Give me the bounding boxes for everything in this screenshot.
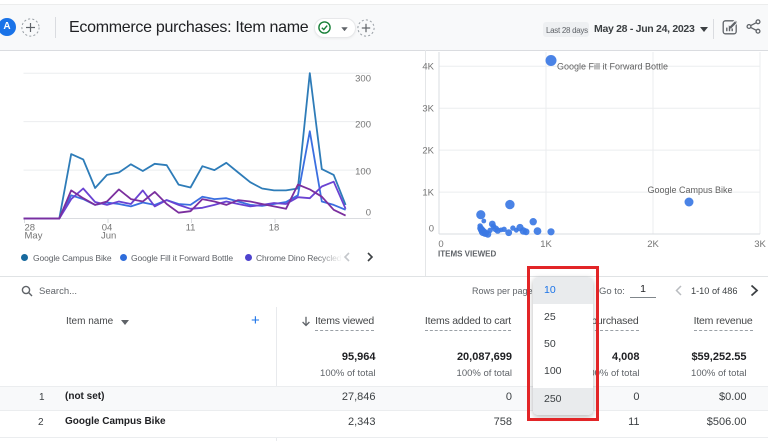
svg-text:100: 100 <box>355 166 371 177</box>
svg-text:2K: 2K <box>647 239 659 250</box>
svg-text:0: 0 <box>429 224 434 235</box>
svg-text:300: 300 <box>355 74 371 85</box>
svg-text:18: 18 <box>269 223 280 234</box>
svg-text:Jun: Jun <box>101 231 116 242</box>
svg-text:May: May <box>25 231 43 242</box>
svg-text:2K: 2K <box>422 145 434 156</box>
svg-text:Google Campus Bike: Google Campus Bike <box>647 185 732 195</box>
svg-text:Google Fill it Forward Bottle: Google Fill it Forward Bottle <box>557 62 668 72</box>
svg-text:200: 200 <box>355 119 371 130</box>
svg-text:ITEMS VIEWED: ITEMS VIEWED <box>438 250 496 259</box>
svg-text:3K: 3K <box>422 103 434 114</box>
svg-text:0: 0 <box>366 208 371 219</box>
svg-text:1K: 1K <box>422 187 434 198</box>
svg-text:4K: 4K <box>422 61 434 72</box>
svg-text:1K: 1K <box>540 239 552 250</box>
svg-text:3K: 3K <box>754 239 766 250</box>
svg-text:11: 11 <box>186 223 196 234</box>
svg-text:0: 0 <box>438 239 443 250</box>
